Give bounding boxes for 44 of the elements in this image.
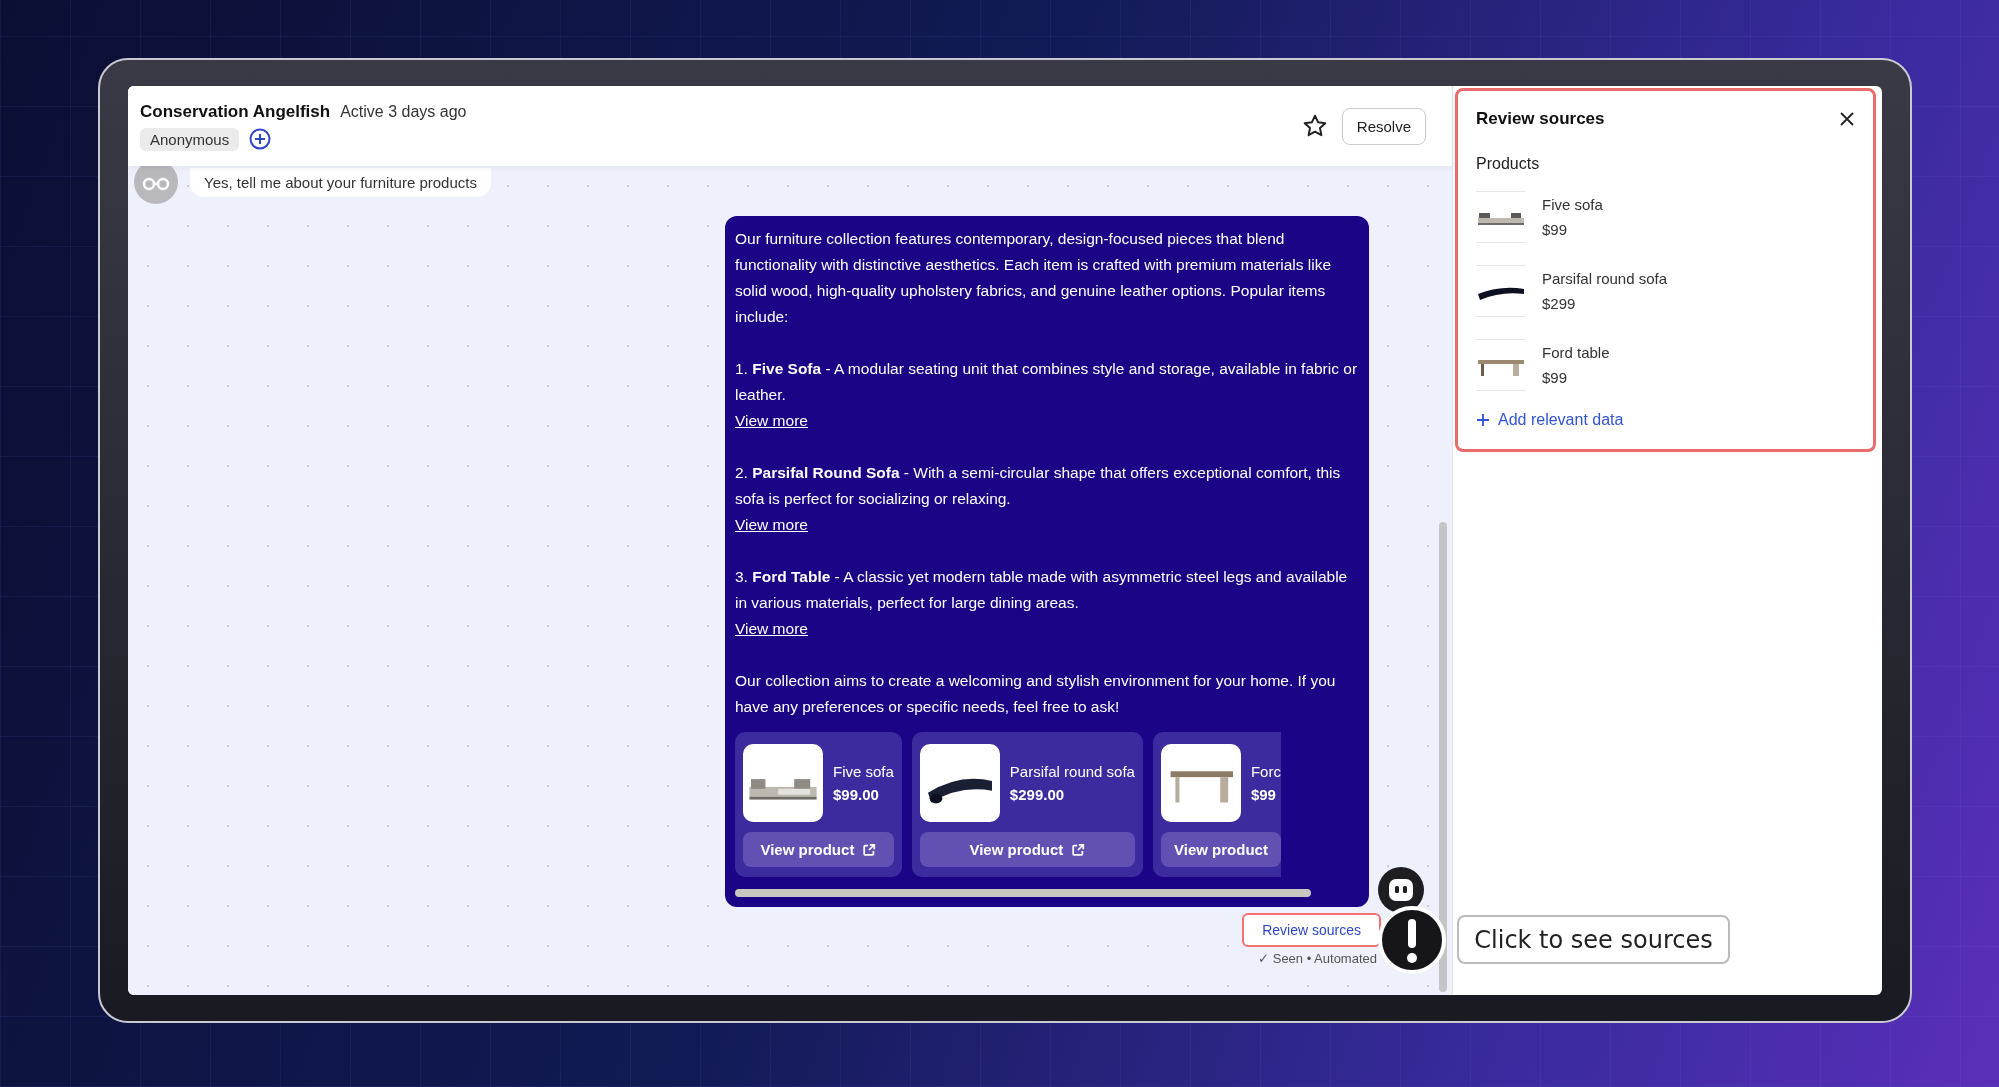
view-product-button[interactable]: View product: [919, 832, 1135, 867]
view-more-link[interactable]: View more: [735, 512, 808, 538]
product-name: Ford table: [1542, 344, 1610, 361]
user-message: Yes, tell me about your furniture products: [190, 167, 491, 197]
product-name: Five sofa: [833, 763, 894, 780]
product-name: Parsifal round sofa: [1542, 270, 1668, 287]
robot-icon: [1378, 867, 1424, 913]
product-name: Forc: [1250, 763, 1281, 780]
resolve-button[interactable]: Resolve: [1341, 107, 1426, 145]
external-link-icon: [1071, 842, 1086, 857]
message-text: 3. Ford Table - A classic yet modern table made with asymmetric steel legs and available in various materials, perfect for large dining areas.: [735, 567, 1349, 613]
product-price: $99: [1250, 786, 1277, 803]
message-text: Our collection aims to create a welcoming and stylish environment for your home. If you have any preferences or specific needs, feel free to ask!: [735, 671, 1337, 717]
message-text: Our furniture collection features contemporary, design-focused pieces that blend functionality with distinctive aesthetics. Each item is crafted with premium materials like solid wood, high-quality upholstery fabrics, and genuine leather options. Popular items include:: [735, 229, 1333, 327]
view-more-link[interactable]: View more: [735, 408, 808, 434]
contact-status: Active 3 days ago: [340, 102, 467, 121]
view-product-button[interactable]: View product: [743, 832, 894, 867]
panel-title: Review sources: [1476, 109, 1605, 129]
scrollbar-thumb[interactable]: [735, 889, 1311, 897]
product-price: $299.00: [1009, 786, 1066, 803]
external-link-icon: [862, 842, 877, 857]
add-icon[interactable]: [249, 128, 272, 150]
product-price: $299: [1542, 295, 1577, 312]
message-status: ✓ Seen • Automated: [1258, 951, 1377, 966]
product-price: $99.00: [833, 786, 880, 803]
view-more-link[interactable]: View more: [735, 616, 808, 642]
tooltip: Click to see sources: [1457, 915, 1730, 964]
product-price: $99: [1542, 221, 1569, 238]
message-text: 1. Five Sofa - A modular seating unit that combines style and storage, available in fabric or leather.: [735, 359, 1359, 405]
product-name: Parsifal round sofa: [1009, 763, 1135, 780]
exclamation-icon: [1378, 906, 1446, 974]
view-product-button[interactable]: View product: [1160, 832, 1281, 867]
section-heading: Products: [1476, 155, 1541, 173]
product-name: Five sofa: [1542, 196, 1603, 213]
plus-icon: [1476, 413, 1490, 427]
message-text: 2. Parsifal Round Sofa - With a semi-circular shape that offers exceptional comfort, this sofa is perfect for socializing or relaxing.: [735, 463, 1342, 509]
visitor-tag: Anonymous: [140, 127, 240, 151]
scrollbar-thumb[interactable]: [1439, 522, 1447, 992]
close-icon[interactable]: [1839, 111, 1855, 127]
add-data-link[interactable]: Add relevant data: [1476, 411, 1624, 429]
contact-name: Conservation Angelfish: [140, 101, 331, 122]
star-icon[interactable]: [1301, 113, 1328, 139]
review-sources-button[interactable]: Review sources: [1242, 913, 1381, 947]
product-price: $99: [1542, 369, 1569, 386]
